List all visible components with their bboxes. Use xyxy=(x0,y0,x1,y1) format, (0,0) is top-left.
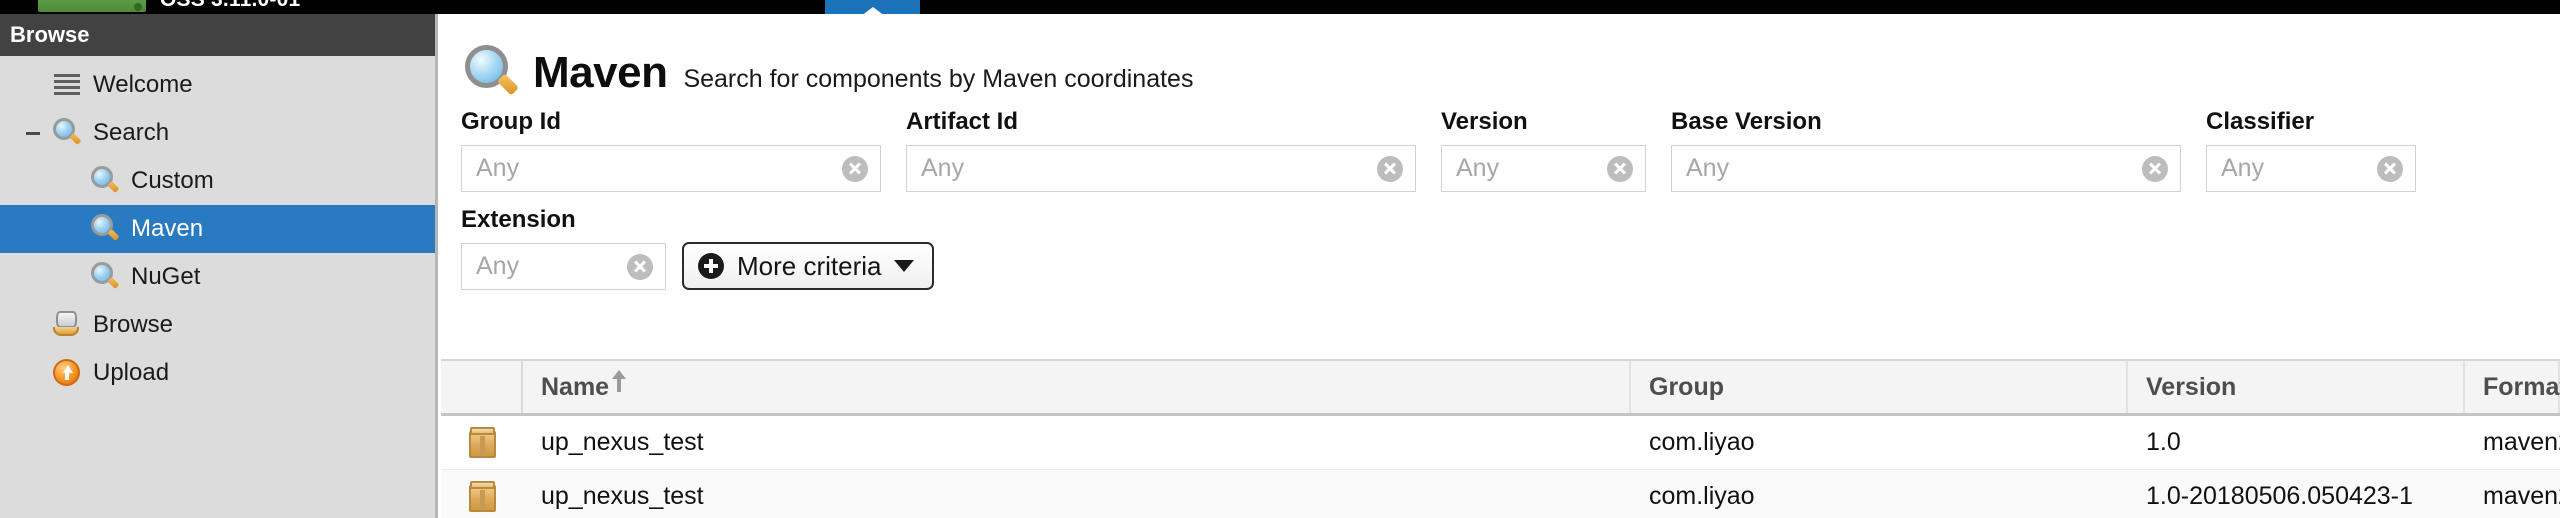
field-label: Base Version xyxy=(1671,108,1822,135)
plus-circle-icon xyxy=(698,253,724,279)
field-label: Classifier xyxy=(2206,108,2315,135)
sidebar-item-label: Upload xyxy=(93,359,170,386)
clear-circle-icon[interactable] xyxy=(627,253,653,280)
application-title: OSS 3.11.0-01 xyxy=(160,0,300,12)
column-header-label: Name xyxy=(541,372,610,401)
package-icon xyxy=(468,427,496,458)
column-header-group[interactable]: Group xyxy=(1631,361,2128,413)
search-icon xyxy=(52,118,82,148)
column-header-gutter xyxy=(441,361,523,413)
table-row[interactable]: up_nexus_test com.liyao 1.0-20180506.050… xyxy=(441,470,2560,518)
version-input-wrap xyxy=(1441,145,1646,192)
sidebar-item-browse[interactable]: Browse xyxy=(0,301,435,349)
cell-format: maven2 xyxy=(2483,428,2560,456)
sidebar-header-title: Browse xyxy=(10,22,90,47)
field-base-version: Base Version xyxy=(1671,108,2181,192)
sidebar-item-label: Welcome xyxy=(93,71,193,98)
clear-circle-icon[interactable] xyxy=(842,155,868,182)
magnifier-icon xyxy=(463,44,521,102)
search-criteria: Group Id Artifact Id Version xyxy=(441,106,2560,290)
sidebar-item-label: Custom xyxy=(131,167,214,194)
field-label: Version xyxy=(1441,108,1528,135)
sidebar-item-nuget[interactable]: NuGet xyxy=(0,253,435,301)
column-header-label: Group xyxy=(1649,372,1724,401)
sidebar: Browse Welcome Search Custom Maven NuGet… xyxy=(0,14,438,518)
sidebar-item-search[interactable]: Search xyxy=(0,109,435,157)
cell-group: com.liyao xyxy=(1649,428,1755,456)
cell-group: com.liyao xyxy=(1649,482,1755,510)
group-id-input-wrap xyxy=(461,145,881,192)
more-criteria-button[interactable]: More criteria xyxy=(682,242,935,290)
database-icon xyxy=(52,310,82,340)
search-icon xyxy=(90,262,120,292)
column-header-name[interactable]: Name xyxy=(523,361,1631,413)
sidebar-item-label: NuGet xyxy=(131,263,201,290)
cell-version: 1.0 xyxy=(2146,428,2181,456)
sidebar-header: Browse xyxy=(0,14,435,56)
nexus-logo xyxy=(38,0,146,12)
application-topbar: OSS 3.11.0-01 xyxy=(0,0,2560,14)
upload-icon xyxy=(52,358,82,388)
search-icon xyxy=(90,214,120,244)
classifier-input-wrap xyxy=(2206,145,2416,192)
cell-name: up_nexus_test xyxy=(541,428,704,456)
field-label: Group Id xyxy=(461,108,561,135)
cell-name: up_nexus_test xyxy=(541,482,704,510)
criteria-row-primary: Group Id Artifact Id Version xyxy=(461,108,2560,192)
column-header-label: Version xyxy=(2146,372,2237,401)
sidebar-item-label: Search xyxy=(93,119,170,146)
sidebar-item-custom[interactable]: Custom xyxy=(0,157,435,205)
field-classifier: Classifier xyxy=(2206,108,2416,192)
main-content: Maven Search for components by Maven coo… xyxy=(441,14,2560,518)
clear-circle-icon[interactable] xyxy=(2377,155,2403,182)
extension-input-wrap xyxy=(461,243,666,290)
artifact-id-input[interactable] xyxy=(907,146,1415,191)
more-criteria-label: More criteria xyxy=(737,250,882,281)
clear-circle-icon[interactable] xyxy=(2142,155,2168,182)
collapse-tab[interactable] xyxy=(825,0,920,14)
sidebar-item-label: Browse xyxy=(93,311,174,338)
collapse-toggle-icon[interactable] xyxy=(22,122,44,144)
search-icon xyxy=(90,166,120,196)
field-artifact-id: Artifact Id xyxy=(906,108,1416,192)
field-label: Artifact Id xyxy=(906,108,1019,135)
column-header-label: Format xyxy=(2483,372,2560,401)
welcome-icon xyxy=(52,70,82,100)
sidebar-item-label: Maven xyxy=(131,215,204,242)
base-version-input[interactable] xyxy=(1672,146,2180,191)
results-table: Name Group Version Format up_nexus_test … xyxy=(441,359,2560,518)
base-version-input-wrap xyxy=(1671,145,2181,192)
sidebar-item-welcome[interactable]: Welcome xyxy=(0,61,435,109)
page-header: Maven Search for components by Maven coo… xyxy=(441,14,2560,106)
column-header-version[interactable]: Version xyxy=(2128,361,2465,413)
column-header-format[interactable]: Format xyxy=(2465,361,2560,413)
chevron-up-icon xyxy=(856,7,889,14)
cell-version: 1.0-20180506.050423-1 xyxy=(2146,482,2413,510)
cell-format: maven2 xyxy=(2483,482,2560,510)
field-extension: Extension xyxy=(461,206,666,290)
row-icon-cell xyxy=(441,481,523,512)
artifact-id-input-wrap xyxy=(906,145,1416,192)
page-title: Maven xyxy=(533,48,668,97)
sidebar-tree: Welcome Search Custom Maven NuGet Browse… xyxy=(0,56,435,397)
clear-circle-icon[interactable] xyxy=(1377,155,1403,182)
criteria-row-secondary: Extension More criteria xyxy=(461,206,2560,290)
page-subtitle: Search for components by Maven coordinat… xyxy=(683,64,1194,93)
field-version: Version xyxy=(1441,108,1646,192)
table-row[interactable]: up_nexus_test com.liyao 1.0 maven2 › xyxy=(441,416,2560,470)
clear-circle-icon[interactable] xyxy=(1607,155,1633,182)
caret-down-icon xyxy=(894,260,915,272)
group-id-input[interactable] xyxy=(462,146,880,191)
logo-dot xyxy=(134,3,142,11)
sidebar-item-upload[interactable]: Upload xyxy=(0,349,435,397)
field-label: Extension xyxy=(461,206,576,233)
table-header-row: Name Group Version Format xyxy=(441,359,2560,416)
row-icon-cell xyxy=(441,427,523,458)
field-group-id: Group Id xyxy=(461,108,881,192)
sidebar-item-maven[interactable]: Maven xyxy=(0,205,435,253)
package-icon xyxy=(468,481,496,512)
